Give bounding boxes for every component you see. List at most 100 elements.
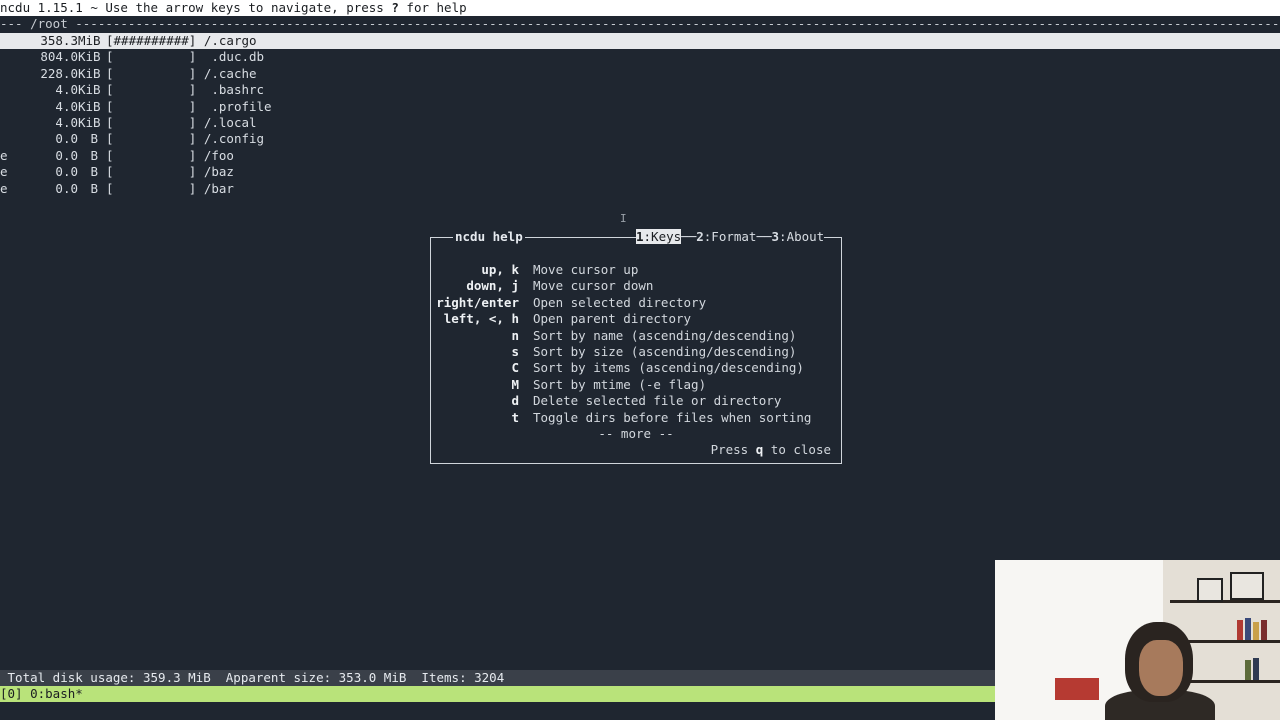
help-hint-suffix: for help (398, 0, 467, 15)
book (1253, 658, 1259, 680)
tab-format[interactable]: 2:Format (696, 229, 756, 244)
entry-flag: e (0, 180, 8, 196)
help-hint-key: ? (391, 0, 399, 15)
key-help-list: up, k Move cursor up down, j Move cursor do… (431, 262, 841, 426)
entry-name: /bar (203, 180, 234, 196)
help-row: t Toggle dirs before files when sorting (431, 410, 841, 426)
shelf-board (1170, 600, 1280, 603)
entry-size: 0.0 (55, 131, 78, 147)
entry-usage-bar: [ ] (106, 65, 197, 81)
help-key: M (511, 376, 519, 392)
entry-size: 228.0 (40, 65, 78, 81)
help-row: d Delete selected file or directory (431, 393, 841, 409)
entry-size: 0.0 (55, 180, 78, 196)
help-row: up, k Move cursor up (431, 262, 841, 278)
entry-size: 804.0 (40, 49, 78, 65)
help-description: Sort by size (ascending/descending) (533, 343, 797, 359)
help-description: Move cursor down (533, 278, 654, 294)
entry-unit: KiB (78, 65, 101, 81)
help-key: up, k (481, 262, 519, 277)
help-description: Sort by mtime (-e flag) (533, 376, 707, 392)
entry-usage-bar: [ ] (106, 82, 197, 98)
entry-usage-bar: [##########] (106, 33, 197, 48)
book (1237, 620, 1243, 640)
entry-unit: B (90, 164, 98, 180)
entry-unit: KiB (78, 49, 101, 65)
help-description: Sort by name (ascending/descending) (533, 327, 797, 343)
help-row: down, j Move cursor down (431, 278, 841, 294)
book (1253, 622, 1259, 640)
help-key: C (511, 360, 519, 376)
help-description: Open parent directory (533, 311, 692, 327)
entry-name: /.config (203, 131, 265, 147)
entry-usage-bar: [ ] (106, 114, 197, 130)
book (1261, 620, 1267, 640)
entry-name: /baz (203, 164, 234, 180)
help-row: s Sort by size (ascending/descending) (431, 344, 841, 360)
file-entry[interactable]: 4.0KiB [ ] .profile (0, 99, 1280, 115)
file-entry[interactable]: e 0.0 B [ ] /foo (0, 148, 1280, 164)
entry-usage-bar: [ ] (106, 131, 197, 147)
entry-unit: KiB (78, 114, 101, 130)
file-entry[interactable]: 228.0KiB [ ] /.cache (0, 66, 1280, 82)
entry-name: /.cache (203, 65, 257, 81)
entry-size: 4.0 (55, 82, 78, 98)
help-dialog: ncdu help 1:Keys──2:Format──3:About up, … (430, 229, 842, 464)
help-row: M Sort by mtime (-e flag) (431, 377, 841, 393)
entry-size: 358.3 (40, 33, 78, 48)
file-entry[interactable]: e 0.0 B [ ] /baz (0, 164, 1280, 180)
tmux-window-tab[interactable]: [0] 0:bash* (0, 686, 83, 701)
help-row: left, <, h Open parent directory (431, 311, 841, 327)
picture-frame (1230, 572, 1264, 600)
entry-usage-bar: [ ] (106, 49, 197, 65)
entry-name: .duc.db (203, 49, 265, 65)
entry-unit: B (90, 147, 98, 163)
entry-name: /.cargo (203, 33, 257, 48)
entry-size: 4.0 (55, 98, 78, 114)
help-key: n (511, 327, 519, 343)
entry-name: /.local (203, 114, 257, 130)
file-entry[interactable]: 0.0 B [ ] /.config (0, 131, 1280, 147)
file-entry[interactable]: 4.0KiB [ ] .bashrc (0, 82, 1280, 98)
help-description: Sort by items (ascending/descending) (533, 360, 804, 376)
entry-flag: e (0, 147, 8, 163)
entry-unit: B (90, 180, 98, 196)
entry-name: /foo (203, 147, 234, 163)
mouse-cursor-icon: I (620, 212, 627, 225)
help-row: right/enter Open selected directory (431, 295, 841, 311)
picture-frame (1197, 578, 1223, 602)
help-hint-prefix: ~ Use the arrow keys to navigate, press (82, 0, 392, 15)
tab-keys[interactable]: 1:Keys (636, 229, 682, 244)
entry-unit: KiB (78, 82, 101, 98)
help-dialog-title: ncdu help (453, 229, 525, 245)
help-key: d (511, 393, 519, 409)
help-key: left, <, h (443, 311, 519, 327)
file-entry[interactable]: 358.3MiB [##########] /.cargo (0, 33, 1280, 50)
help-description: Move cursor up (533, 262, 639, 277)
entry-name: .bashrc (203, 82, 265, 98)
file-list: 358.3MiB [##########] /.cargo 804.0KiB [ ] … (0, 33, 1280, 197)
tab-about[interactable]: 3:About (772, 229, 825, 244)
entry-usage-bar: [ ] (106, 180, 197, 196)
app-version: ncdu 1.15.1 (0, 0, 83, 15)
entry-size: 0.0 (55, 147, 78, 163)
help-key: s (511, 343, 519, 359)
entry-usage-bar: [ ] (106, 164, 197, 180)
file-entry[interactable]: e 0.0 B [ ] /bar (0, 181, 1280, 197)
entry-size: 0.0 (55, 164, 78, 180)
entry-flag: e (0, 164, 8, 180)
help-description: Delete selected file or directory (533, 393, 782, 409)
help-key: down, j (466, 278, 519, 294)
more-indicator[interactable]: -- more -- (431, 426, 841, 442)
entry-unit: KiB (78, 98, 101, 114)
person-face (1139, 640, 1183, 696)
help-tabs: 1:Keys──2:Format──3:About (636, 229, 825, 245)
file-entry[interactable]: 804.0KiB [ ] .duc.db (0, 49, 1280, 65)
help-description: Toggle dirs before files when sorting (533, 409, 812, 425)
entry-usage-bar: [ ] (106, 98, 197, 114)
file-entry[interactable]: 4.0KiB [ ] /.local (0, 115, 1280, 131)
current-path: --- /root ------------------------------… (0, 16, 1280, 31)
entry-size: 4.0 (55, 114, 78, 130)
help-description: Open selected directory (533, 294, 707, 310)
entry-unit: B (90, 131, 98, 147)
